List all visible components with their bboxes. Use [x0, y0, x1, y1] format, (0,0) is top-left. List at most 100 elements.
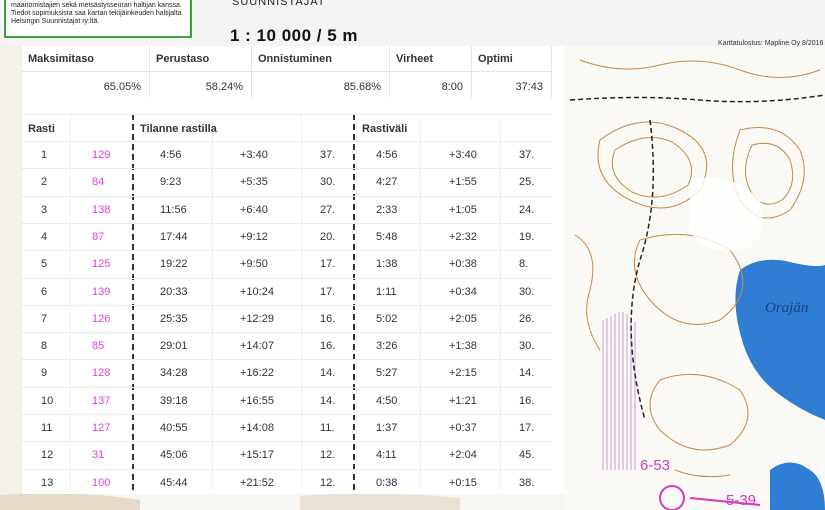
- summary-value: 65.05%: [103, 81, 141, 93]
- cell-pos: 11.: [320, 422, 335, 434]
- summary-header: Perustaso: [156, 53, 210, 65]
- summary-optimum: Optimi 37:43: [472, 46, 552, 98]
- control-mark-5: 5-39: [726, 492, 756, 509]
- map-print-note: Karttatulostus: Mapline Oy 8/2016: [718, 40, 824, 47]
- cell-n: 3: [41, 203, 48, 216]
- cell-code: 125: [92, 258, 111, 271]
- cell-code: 138: [92, 203, 111, 216]
- cell-pos: 20.: [320, 230, 336, 243]
- cell-code: 87: [92, 230, 105, 243]
- cell-time: 29:01: [160, 340, 188, 353]
- cell-pos: 12.: [320, 476, 336, 489]
- cell-pos: 37.: [320, 149, 336, 161]
- cell-time: 17:44: [160, 230, 188, 243]
- cell-spos: 24.: [519, 203, 535, 216]
- cell-time: 25:35: [160, 312, 188, 325]
- cell-sdiff: +3:40: [449, 149, 477, 161]
- summary-max: Maksimitaso 65.05%: [22, 46, 150, 98]
- cell-diff: +14:08: [240, 422, 274, 434]
- table-row: 3 138 11:56 +6:40 27. 2:33 +1:05 24.: [22, 195, 552, 224]
- cell-code: 100: [92, 476, 111, 489]
- cell-split: 5:02: [376, 312, 398, 325]
- cell-time: 34:28: [160, 367, 188, 380]
- table-row: 5 125 19:22 +9:50 17. 1:38 +0:38 8.: [22, 250, 552, 278]
- cell-diff: +3:40: [240, 149, 268, 161]
- header-split: Rastiväli: [362, 123, 408, 135]
- cell-sdiff: +1:21: [449, 394, 477, 407]
- cell-diff: +9:50: [240, 258, 268, 271]
- cell-diff: +21:52: [240, 476, 274, 489]
- cell-diff: +9:12: [240, 230, 268, 243]
- cell-spos: 38.: [519, 476, 535, 489]
- cell-time: 20:33: [160, 285, 188, 298]
- cell-time: 39:18: [160, 394, 188, 407]
- cell-sdiff: +1:38: [449, 340, 477, 353]
- cell-spos: 16.: [519, 394, 535, 407]
- summary-value: 85.68%: [343, 81, 381, 93]
- cell-split: 3:26: [376, 340, 398, 353]
- table-row: 11 127 40:55 +14:08 11. 1:37 +0:37 17.: [22, 414, 552, 442]
- summary-base: Perustaso 58.24%: [150, 46, 252, 98]
- cell-split: 0:38: [376, 476, 398, 489]
- summary-success: Onnistuminen 85.68%: [252, 46, 390, 98]
- cell-time: 19:22: [160, 258, 188, 271]
- cell-n: 5: [41, 258, 48, 271]
- cell-spos: 26.: [519, 312, 535, 325]
- header-rasti: Rasti: [28, 123, 55, 135]
- summary-header: Optimi: [478, 53, 513, 65]
- cell-n: 7: [41, 312, 48, 325]
- cell-code: 139: [92, 285, 111, 298]
- cell-split: 4:56: [376, 149, 398, 161]
- cell-time: 11:56: [160, 203, 187, 216]
- map-scale: 1 : 10 000 / 5 m: [230, 26, 359, 45]
- header-situation: Tilanne rastilla: [140, 123, 217, 135]
- cell-sdiff: +1:05: [449, 203, 477, 216]
- summary-header: Maksimitaso: [28, 53, 95, 65]
- cell-code: 84: [92, 176, 105, 189]
- cell-diff: +10:24: [240, 285, 274, 298]
- cell-spos: 19.: [519, 230, 535, 243]
- cell-sdiff: +0:15: [449, 476, 477, 489]
- cell-n: 2: [41, 176, 48, 189]
- cell-split: 1:11: [376, 285, 397, 298]
- cell-sdiff: +2:15: [449, 367, 477, 380]
- table-row: 6 139 20:33 +10:24 17. 1:11 +0:34 30.: [22, 277, 552, 306]
- table-row: 4 87 17:44 +9:12 20. 5:48 +2:32 19.: [22, 222, 552, 251]
- cell-split: 4:11: [376, 449, 397, 462]
- cell-sdiff: +0:37: [449, 422, 477, 434]
- cell-pos: 14.: [320, 367, 336, 380]
- table-row: 2 84 9:23 +5:35 30. 4:27 +1:55 25.: [22, 168, 552, 196]
- summary-table: Maksimitaso 65.05% Perustaso 58.24% Onni…: [22, 46, 564, 98]
- cell-diff: +6:40: [240, 203, 268, 216]
- cell-pos: 12.: [320, 449, 336, 462]
- cell-n: 1: [41, 149, 48, 161]
- cell-n: 13: [41, 476, 54, 489]
- map-header: maanomistajien sekä metsästysseuran halt…: [0, 0, 825, 47]
- table-row: 13 100 45:44 +21:52 12. 0:38 +0:15 38.: [22, 468, 552, 497]
- cell-n: 9: [41, 367, 48, 380]
- cell-time: 45:06: [160, 449, 188, 462]
- cell-split: 1:38: [376, 258, 398, 271]
- table-row: 1 129 4:56 +3:40 37. 4:56 +3:40 37.: [22, 141, 552, 169]
- cell-spos: 14.: [519, 367, 535, 380]
- cell-diff: +14:07: [240, 340, 274, 353]
- cell-code: 129: [92, 149, 111, 161]
- cell-code: 137: [92, 394, 111, 407]
- cell-pos: 17.: [320, 285, 336, 298]
- cell-time: 45:44: [160, 476, 188, 489]
- cell-n: 6: [41, 285, 48, 298]
- results-panel: Maksimitaso 65.05% Perustaso 58.24% Onni…: [22, 46, 564, 494]
- cell-time: 4:56: [160, 149, 182, 161]
- cell-time: 40:55: [160, 422, 188, 434]
- cell-diff: +5:35: [240, 176, 268, 189]
- cell-code: 128: [92, 367, 111, 380]
- cell-n: 8: [41, 340, 48, 353]
- cell-n: 10: [41, 394, 54, 407]
- cell-split: 5:48: [376, 230, 398, 243]
- table-row: 12 31 45:06 +15:17 12. 4:11 +2:04 45.: [22, 441, 552, 469]
- cell-spos: 45.: [519, 449, 535, 462]
- cell-sdiff: +2:04: [449, 449, 477, 462]
- table-row: 10 137 39:18 +16:55 14. 4:50 +1:21 16.: [22, 386, 552, 415]
- table-row: 8 85 29:01 +14:07 16. 3:26 +1:38 30.: [22, 332, 552, 360]
- cell-pos: 14.: [320, 394, 336, 407]
